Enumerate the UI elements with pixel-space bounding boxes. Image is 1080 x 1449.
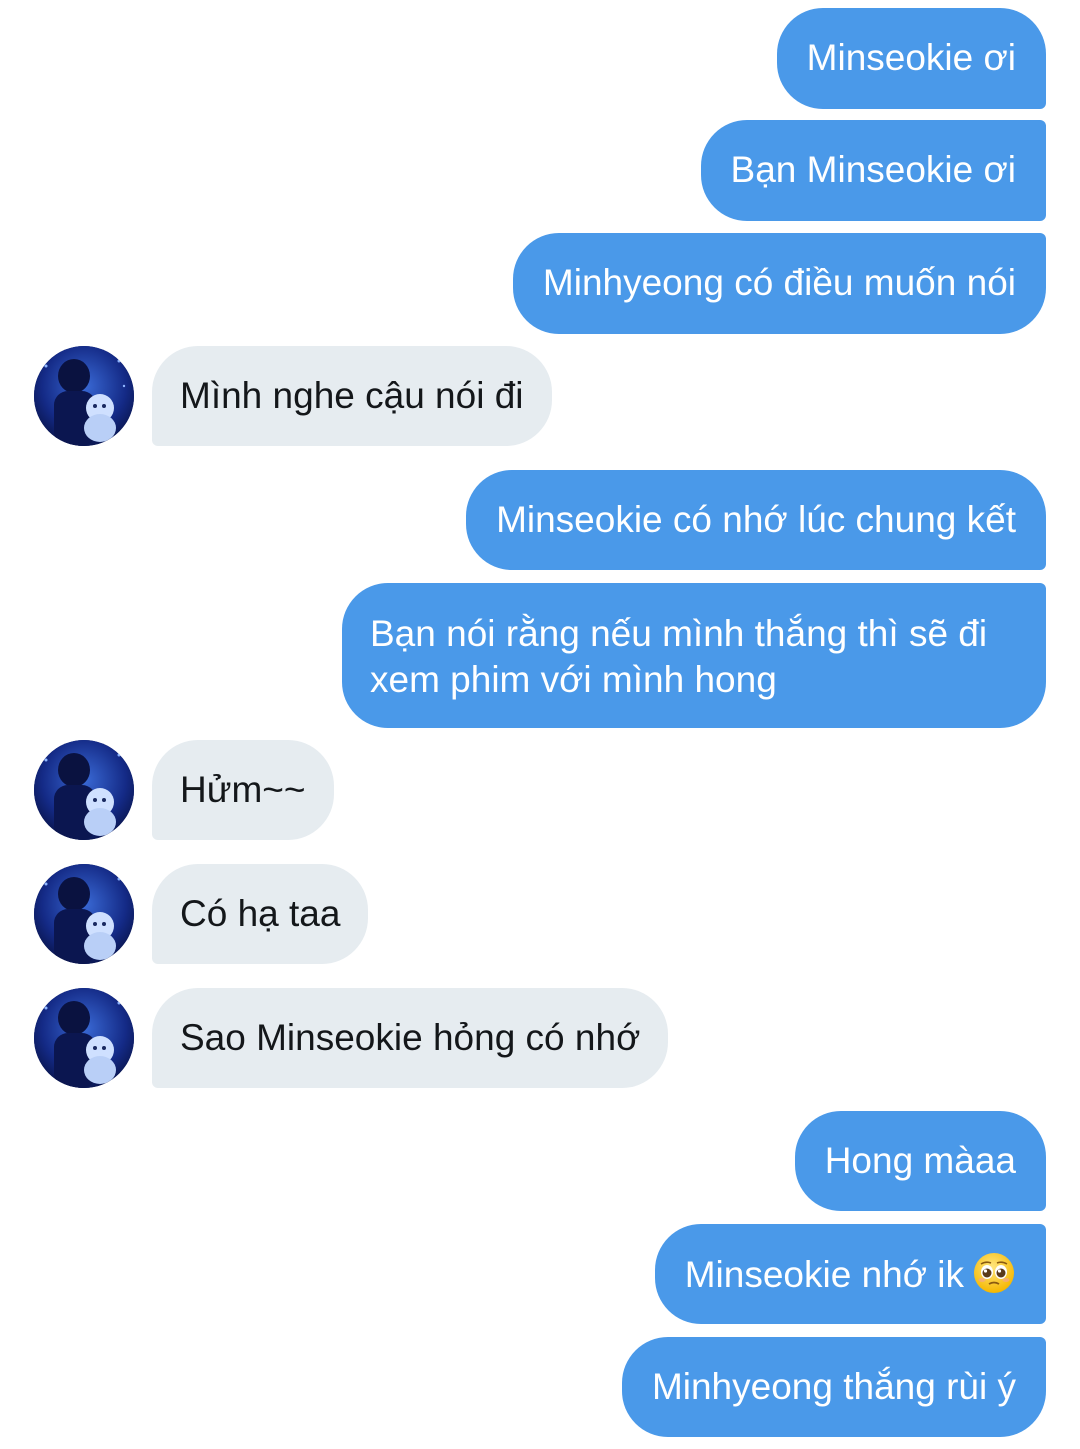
- pleading-face-icon: [974, 1253, 1014, 1293]
- avatar-photo: [34, 740, 134, 840]
- conversation-thread: Minseokie ơi Bạn Minseokie ơi Minhyeong …: [0, 0, 1080, 1449]
- message-text: Có hạ taa: [180, 893, 341, 934]
- message-bubble-sent[interactable]: Minhyeong thắng rùi ý: [621, 1337, 1046, 1437]
- avatar-photo: [34, 864, 134, 964]
- message-text: Minseokie nhớ ik: [684, 1254, 964, 1295]
- message-text: Minhyeong thắng rùi ý: [651, 1366, 1016, 1407]
- message-text: Bạn Minseokie ơi: [730, 149, 1016, 190]
- message-text: Hửm~~: [180, 769, 306, 810]
- message-bubble-sent[interactable]: Hong màaa: [794, 1111, 1046, 1211]
- message-text: Sao Minseokie hỏng có nhớ: [180, 1017, 641, 1058]
- avatar[interactable]: [34, 988, 134, 1088]
- avatar[interactable]: [34, 346, 134, 446]
- message-bubble-sent[interactable]: Minseokie có nhớ lúc chung kết: [466, 470, 1046, 570]
- message-bubble-sent[interactable]: Bạn nói rằng nếu mình thắng thì sẽ đi xe…: [342, 583, 1046, 728]
- message-bubble-sent[interactable]: Minseokie ơi: [776, 8, 1046, 109]
- message-bubble-received[interactable]: Mình nghe cậu nói đi: [152, 346, 552, 446]
- message-bubble-received[interactable]: Sao Minseokie hỏng có nhớ: [152, 988, 669, 1088]
- message-bubble-sent[interactable]: Bạn Minseokie ơi: [700, 120, 1046, 221]
- message-bubble-received[interactable]: Hửm~~: [152, 740, 334, 840]
- message-bubble-sent[interactable]: Minseokie nhớ ik: [654, 1224, 1046, 1324]
- message-text: Hong màaa: [824, 1140, 1016, 1181]
- message-text: Mình nghe cậu nói đi: [180, 375, 524, 416]
- message-bubble-sent[interactable]: Minhyeong có điều muốn nói: [512, 233, 1046, 334]
- avatar[interactable]: [34, 740, 134, 840]
- avatar[interactable]: [34, 864, 134, 964]
- message-text: Minseokie có nhớ lúc chung kết: [496, 499, 1016, 540]
- message-text: Minhyeong có điều muốn nói: [542, 262, 1016, 303]
- message-text: Bạn nói rằng nếu mình thắng thì sẽ đi xe…: [370, 613, 988, 700]
- message-bubble-received[interactable]: Có hạ taa: [152, 864, 369, 964]
- avatar-photo: [34, 988, 134, 1088]
- avatar-photo: [34, 346, 134, 446]
- message-text: Minseokie ơi: [806, 37, 1016, 78]
